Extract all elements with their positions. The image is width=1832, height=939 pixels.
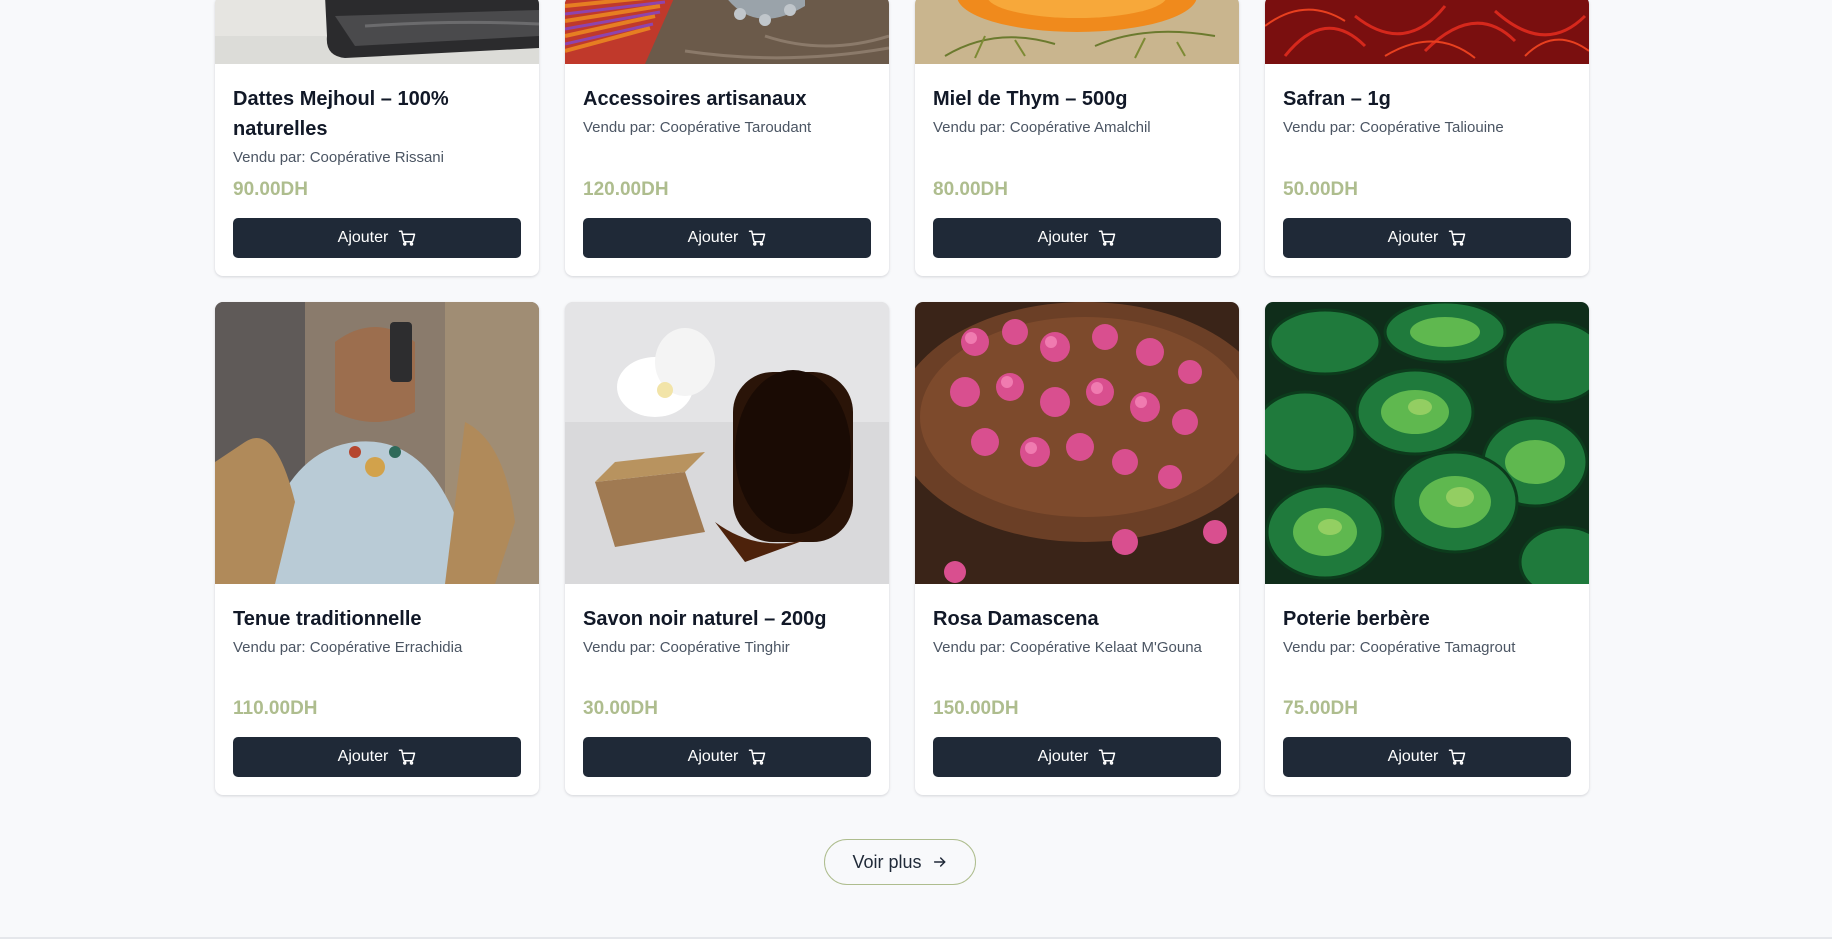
add-button-label: Ajouter [687,748,739,765]
product-title[interactable]: Safran – 1g [1283,84,1571,114]
product-card: Poterie berbère Vendu par: Coopérative T… [1265,302,1589,795]
cart-icon [748,229,766,247]
product-title[interactable]: Poterie berbère [1283,604,1571,634]
product-title[interactable]: Miel de Thym – 500g [933,84,1221,114]
product-price: 50.00DH [1283,179,1358,200]
product-image-roses[interactable] [915,302,1239,584]
cart-icon [1448,229,1466,247]
add-to-cart-button[interactable]: Ajouter [1283,218,1571,258]
add-to-cart-button[interactable]: Ajouter [233,737,521,777]
product-image-accessories[interactable] [565,0,889,64]
card-body: Poterie berbère Vendu par: Coopérative T… [1265,584,1589,795]
card-body: Safran – 1g Vendu par: Coopérative Talio… [1265,64,1589,276]
product-card: Dattes Mejhoul – 100% naturelles Vendu p… [215,0,539,276]
product-price: 75.00DH [1283,698,1358,719]
add-to-cart-button[interactable]: Ajouter [933,737,1221,777]
card-body: Dattes Mejhoul – 100% naturelles Vendu p… [215,64,539,276]
add-to-cart-button[interactable]: Ajouter [933,218,1221,258]
product-image-traditional-outfit[interactable] [215,302,539,584]
add-to-cart-button[interactable]: Ajouter [583,218,871,258]
card-body: Miel de Thym – 500g Vendu par: Coopérati… [915,64,1239,276]
product-price: 80.00DH [933,179,1008,200]
product-card: Accessoires artisanaux Vendu par: Coopér… [565,0,889,276]
product-grid-row-2: Tenue traditionnelle Vendu par: Coopérat… [215,302,1589,795]
add-button-label: Ajouter [1037,748,1089,765]
card-body: Tenue traditionnelle Vendu par: Coopérat… [215,584,539,795]
add-to-cart-button[interactable]: Ajouter [1283,737,1571,777]
product-price: 150.00DH [933,698,1019,719]
product-card: Miel de Thym – 500g Vendu par: Coopérati… [915,0,1239,276]
cart-icon [398,229,416,247]
add-to-cart-button[interactable]: Ajouter [583,737,871,777]
product-vendor: Vendu par: Coopérative Rissani [233,149,444,166]
add-button-label: Ajouter [1387,748,1439,765]
product-image-saffron[interactable] [1265,0,1589,64]
product-price: 90.00DH [233,179,308,200]
product-image-honey[interactable] [915,0,1239,64]
card-body: Rosa Damascena Vendu par: Coopérative Ke… [915,584,1239,795]
product-card: Savon noir naturel – 200g Vendu par: Coo… [565,302,889,795]
add-to-cart-button[interactable]: Ajouter [233,218,521,258]
product-vendor: Vendu par: Coopérative Errachidia [233,639,463,656]
card-body: Accessoires artisanaux Vendu par: Coopér… [565,64,889,276]
cart-icon [748,748,766,766]
product-vendor: Vendu par: Coopérative Taroudant [583,119,812,136]
product-vendor: Vendu par: Coopérative Tamagrout [1283,639,1516,656]
product-title[interactable]: Tenue traditionnelle [233,604,521,634]
product-image-pottery[interactable] [1265,302,1589,584]
product-title[interactable]: Savon noir naturel – 200g [583,604,871,634]
product-image-black-soap[interactable] [565,302,889,584]
product-price: 120.00DH [583,179,669,200]
product-card: Tenue traditionnelle Vendu par: Coopérat… [215,302,539,795]
add-button-label: Ajouter [337,229,389,246]
product-grid-row-1: Dattes Mejhoul – 100% naturelles Vendu p… [215,0,1589,276]
load-more-container: Voir plus [0,839,1800,885]
product-card: Rosa Damascena Vendu par: Coopérative Ke… [915,302,1239,795]
voir-plus-button[interactable]: Voir plus [824,839,976,885]
product-image-dates[interactable] [215,0,539,64]
arrow-right-icon [932,854,948,870]
voir-plus-label: Voir plus [852,851,922,872]
product-vendor: Vendu par: Coopérative Amalchil [933,119,1151,136]
product-price: 30.00DH [583,698,658,719]
add-button-label: Ajouter [1037,229,1089,246]
product-vendor: Vendu par: Coopérative Taliouine [1283,119,1504,136]
cart-icon [1098,229,1116,247]
product-title[interactable]: Rosa Damascena [933,604,1221,634]
add-button-label: Ajouter [1387,229,1439,246]
product-vendor: Vendu par: Coopérative Tinghir [583,639,790,656]
cart-icon [1448,748,1466,766]
cart-icon [1098,748,1116,766]
product-title[interactable]: Dattes Mejhoul – 100% naturelles [233,84,521,144]
product-card: Safran – 1g Vendu par: Coopérative Talio… [1265,0,1589,276]
product-vendor: Vendu par: Coopérative Kelaat M'Gouna [933,639,1202,656]
product-title[interactable]: Accessoires artisanaux [583,84,871,114]
product-listing-page: Dattes Mejhoul – 100% naturelles Vendu p… [0,0,1832,939]
cart-icon [398,748,416,766]
card-body: Savon noir naturel – 200g Vendu par: Coo… [565,584,889,795]
add-button-label: Ajouter [687,229,739,246]
product-price: 110.00DH [233,698,318,719]
add-button-label: Ajouter [337,748,389,765]
